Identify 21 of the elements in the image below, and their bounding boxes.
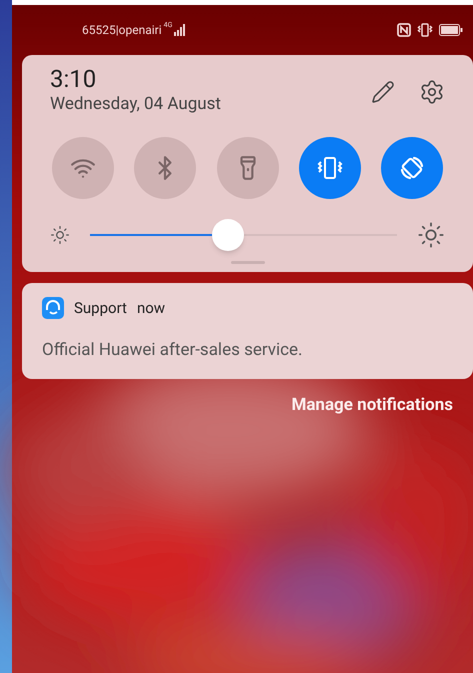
notification-body: Official Huawei after-sales service. — [42, 338, 304, 362]
brightness-slider[interactable] — [90, 217, 397, 253]
notification-time: now — [136, 298, 166, 319]
manage-notifications-link[interactable]: Manage notifications — [291, 393, 453, 418]
vibrate-icon — [417, 23, 433, 37]
settings-button[interactable] — [419, 79, 445, 105]
notification-card[interactable]: Support now Official Huawei after-sales service. — [22, 283, 473, 379]
brightness-low-icon — [50, 225, 70, 245]
brightness-high-icon — [417, 221, 445, 249]
vibrate-icon — [316, 155, 344, 181]
edit-button[interactable] — [371, 80, 395, 104]
slider-thumb[interactable] — [212, 219, 244, 251]
battery-icon — [439, 24, 463, 36]
nfc-icon — [397, 23, 411, 37]
carrier-name: 65525|openairi — [82, 22, 162, 39]
rotate-icon — [398, 154, 426, 182]
headset-app-icon — [42, 297, 64, 320]
signal-icon — [174, 24, 186, 36]
clock-time: 3:10 — [50, 65, 98, 93]
date-text: Wednesday, 04 August — [50, 93, 221, 115]
app-name: Support — [74, 298, 127, 319]
